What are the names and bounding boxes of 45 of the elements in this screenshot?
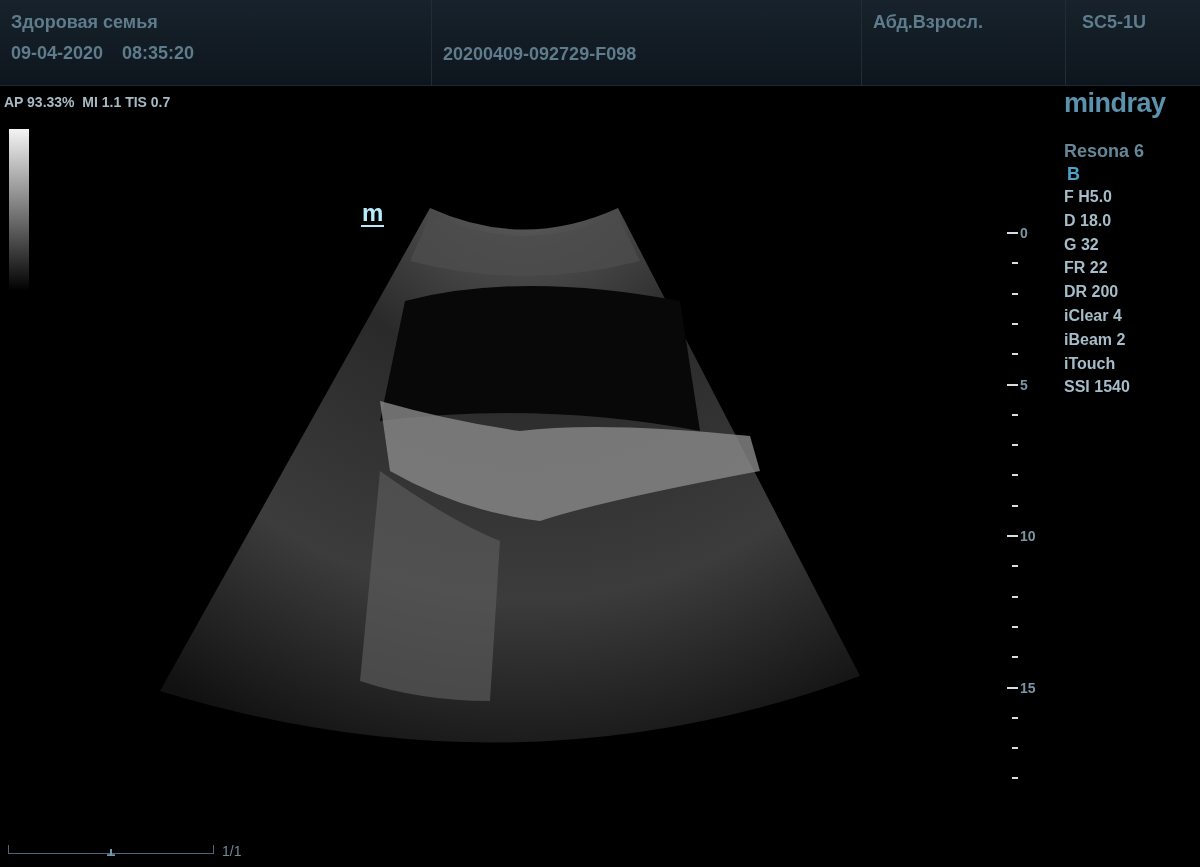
depth-tick — [1012, 656, 1018, 659]
depth-tick — [1007, 232, 1018, 234]
acoustic-output-info: AP 93.33% MI 1.1 TIS 0.7 — [4, 94, 171, 110]
depth-tick — [1012, 292, 1018, 295]
exam-date: 09-04-2020 — [11, 43, 104, 64]
depth-tick — [1012, 625, 1018, 628]
frame-counter: 1/1 — [222, 843, 242, 859]
depth-tick — [1012, 474, 1018, 477]
depth-label: 10 — [1020, 529, 1036, 543]
depth-tick — [1012, 353, 1018, 356]
brand-logo: mindray — [1064, 88, 1166, 119]
depth-tick — [1012, 444, 1018, 447]
institution-name: Здоровая семья — [11, 12, 159, 33]
imaging-parameter: D 18.0 — [1064, 210, 1113, 231]
imaging-parameter: iTouch — [1064, 353, 1117, 374]
imaging-mode: B — [1067, 163, 1081, 185]
imaging-parameter: SSI 1540 — [1064, 377, 1131, 398]
imaging-parameter: F H5.0 — [1064, 187, 1113, 207]
imaging-parameter: DR 200 — [1064, 282, 1120, 303]
depth-label: 0 — [1020, 226, 1028, 240]
depth-label: 5 — [1020, 377, 1028, 392]
depth-tick — [1012, 777, 1018, 780]
depth-tick — [1012, 504, 1018, 507]
cine-thumb-icon[interactable] — [106, 849, 116, 856]
depth-tick — [1012, 716, 1018, 719]
exam-time: 08:35:20 — [122, 43, 195, 64]
imaging-parameter: G 32 — [1064, 234, 1100, 255]
depth-tick — [1012, 595, 1018, 598]
depth-tick — [1012, 322, 1018, 325]
imaging-parameter: iBeam 2 — [1064, 329, 1127, 350]
probe-name: SC5-1U — [1082, 12, 1148, 33]
imaging-parameter: iClear 4 — [1064, 306, 1123, 326]
depth-tick — [1012, 262, 1018, 265]
depth-tick — [1007, 535, 1018, 537]
exam-preset: Абд.Взросл. — [873, 12, 984, 33]
imaging-parameter: FR 22 — [1064, 258, 1109, 279]
depth-tick — [1007, 686, 1018, 689]
model-name: Resona 6 — [1064, 140, 1146, 163]
depth-label: 15 — [1020, 680, 1036, 695]
depth-tick — [1012, 413, 1018, 416]
exam-id: 20200409-092729-F098 — [443, 44, 638, 65]
depth-tick — [1007, 383, 1018, 386]
depth-tick — [1012, 565, 1018, 568]
depth-tick — [1012, 747, 1018, 750]
cine-slider[interactable] — [8, 845, 214, 854]
